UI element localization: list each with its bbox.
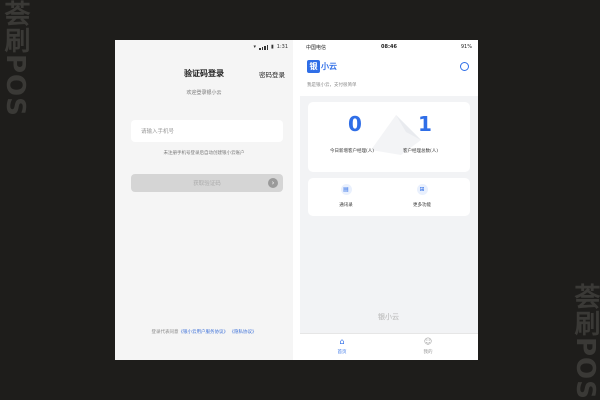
get-code-button-label: 获取验证码 xyxy=(193,181,221,187)
status-bar: ▾ ▮ 1:31 xyxy=(115,40,293,54)
agreement-prefix: 登录代表同意 xyxy=(151,330,179,335)
status-time: 08:46 xyxy=(381,44,397,50)
phone-input-placeholder: 请输入手机号 xyxy=(141,129,175,135)
contacts-label: 通讯录 xyxy=(339,203,353,208)
battery-level: 91% xyxy=(460,44,472,50)
password-login-link[interactable]: 密码登录 xyxy=(259,69,285,79)
bottom-logo: 银小云 xyxy=(378,313,399,321)
watermark-right: 荟刷POS xyxy=(570,283,600,400)
tab-mine-label: 我的 xyxy=(423,350,433,355)
tab-mine[interactable]: ☺ 我的 xyxy=(413,337,443,355)
new-managers-label: 今日新增客户经理(人) xyxy=(330,149,375,154)
signal-icon xyxy=(259,44,268,50)
logo-text: 小云 xyxy=(321,62,337,71)
tab-home-label: 首页 xyxy=(337,350,347,355)
watermark-left: 荟刷POS xyxy=(0,0,30,117)
slogan: 我是银小云，支付很简单 xyxy=(307,83,357,88)
total-managers-label: 客户经理总数(人) xyxy=(403,149,439,154)
privacy-agreement-link[interactable]: 《隐私协议》 xyxy=(229,330,256,335)
arrow-right-icon: › xyxy=(268,178,278,188)
more-functions-button[interactable]: ⊞ 更多功能 xyxy=(402,184,442,208)
status-time: 1:31 xyxy=(276,44,288,50)
grid-icon: ⊞ xyxy=(416,184,428,195)
register-tip: 未注册手机号登录后自动创建银小云账户 xyxy=(163,151,245,156)
wifi-icon: ▾ xyxy=(253,44,256,50)
status-bar: 中国电信 08:46 91% xyxy=(300,40,478,54)
service-agreement-link[interactable]: 《银小云用户服务协议》 xyxy=(179,330,229,335)
battery-icon: ▮ xyxy=(271,44,274,50)
logo-mark: 银 xyxy=(307,60,320,73)
app-logo: 银 小云 xyxy=(307,60,337,73)
new-managers-count: 0 xyxy=(348,112,362,136)
welcome-text: 欢迎登录银小云 xyxy=(186,90,222,96)
tab-home[interactable]: ⌂ 首页 xyxy=(327,337,357,355)
agreement-text: 登录代表同意《银小云用户服务协议》 《隐私协议》 xyxy=(115,329,293,335)
login-screen: ▾ ▮ 1:31 验证码登录 密码登录 欢迎登录银小云 请输入手机号 未注册手机… xyxy=(115,40,293,360)
stats-card: 0 1 今日新增客户经理(人) 客户经理总数(人) xyxy=(308,102,470,172)
get-code-button[interactable]: 获取验证码 › xyxy=(131,174,283,192)
user-icon: ☺ xyxy=(423,337,433,346)
phone-input[interactable]: 请输入手机号 xyxy=(131,120,283,142)
home-screen: 中国电信 08:46 91% 银 小云 我是银小云，支付很简单 0 1 今日新增… xyxy=(300,40,478,360)
screenshot-stage: ▾ ▮ 1:31 验证码登录 密码登录 欢迎登录银小云 请输入手机号 未注册手机… xyxy=(115,40,478,360)
header: 银 小云 我是银小云，支付很简单 xyxy=(300,54,478,96)
tab-bar: ⌂ 首页 ☺ 我的 xyxy=(300,333,478,360)
more-functions-label: 更多功能 xyxy=(413,203,431,208)
total-managers-count: 1 xyxy=(418,112,432,136)
function-card: ▤ 通讯录 ⊞ 更多功能 xyxy=(308,178,470,216)
contacts-icon: ▤ xyxy=(340,184,352,195)
carrier-label: 中国电信 xyxy=(306,44,327,51)
contacts-button[interactable]: ▤ 通讯录 xyxy=(326,184,366,208)
home-icon: ⌂ xyxy=(339,337,345,346)
chat-icon[interactable] xyxy=(460,62,469,71)
